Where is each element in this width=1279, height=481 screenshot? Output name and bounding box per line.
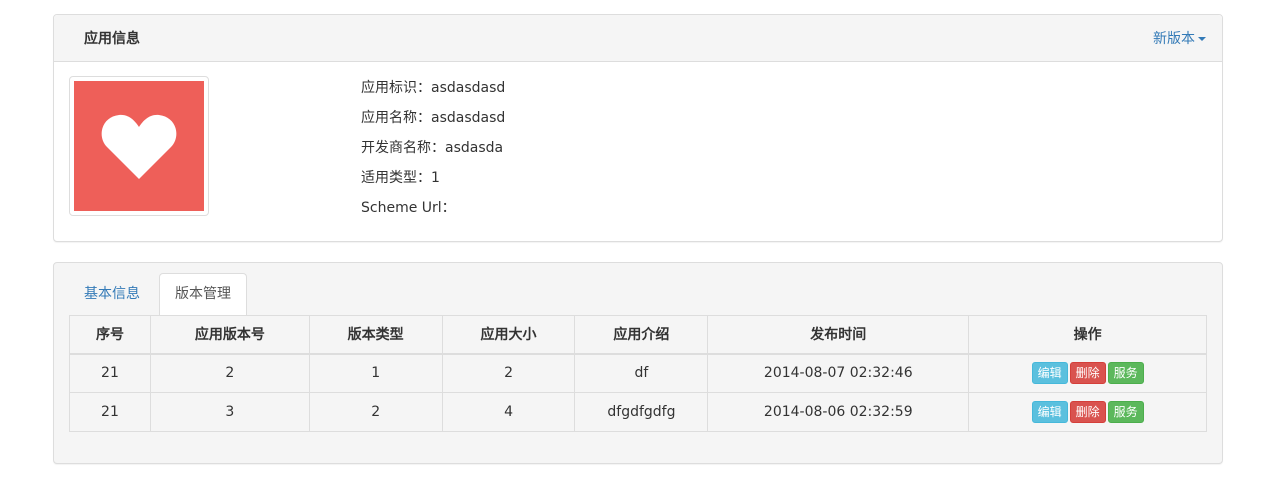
cell-release-time: 2014-08-07 02:32:46	[707, 353, 970, 393]
cell-actions: 编辑 删除 服务	[968, 353, 1207, 393]
field-label: 应用名称：	[361, 110, 431, 126]
field-label: 适用类型：	[361, 170, 431, 186]
column-header: 序号	[69, 315, 151, 355]
info-row-app-id: 应用标识：asdasdasd	[361, 78, 505, 108]
field-value: 1	[431, 170, 440, 186]
field-value: asdasdasd	[431, 80, 506, 96]
service-button[interactable]: 服务	[1107, 362, 1144, 385]
field-value: asdasda	[445, 140, 504, 156]
app-icon	[74, 81, 204, 211]
cell-release-time: 2014-08-06 02:32:59	[707, 392, 970, 432]
new-version-label: 新版本	[1153, 31, 1195, 47]
column-header: 应用大小	[441, 315, 576, 355]
cell-version: 3	[149, 392, 310, 432]
tab-basic-info[interactable]: 基本信息	[69, 273, 155, 315]
edit-button[interactable]: 编辑	[1031, 401, 1068, 423]
cell-intro: df	[574, 353, 709, 393]
column-header: 版本类型	[308, 315, 443, 355]
field-value: asdasdasd	[431, 110, 506, 126]
panel-title: 应用信息	[84, 31, 140, 47]
info-row-app-name: 应用名称：asdasdasd	[361, 108, 505, 138]
app-info-panel-header: 应用信息 新版本	[54, 15, 1222, 62]
edit-button[interactable]: 编辑	[1031, 362, 1068, 385]
delete-button[interactable]: 删除	[1069, 401, 1106, 423]
info-row-type: 适用类型：1	[361, 168, 505, 198]
version-table: 序号 应用版本号 版本类型 应用大小 应用介绍 发布时间 操作 21 2 1 2…	[69, 315, 1207, 432]
column-header: 应用版本号	[149, 315, 310, 355]
heart-icon	[101, 114, 177, 179]
app-info-fields: 应用标识：asdasdasd 应用名称：asdasdasd 开发商名称：asda…	[361, 78, 505, 228]
cell-type: 1	[308, 353, 443, 393]
tab-version-management[interactable]: 版本管理	[159, 273, 247, 316]
info-row-scheme-url: Scheme Url：	[361, 198, 505, 228]
app-icon-thumbnail	[69, 76, 209, 216]
app-info-panel: 应用信息 新版本 应用标识：asdasdasd 应用名称：asdasdasd 开…	[53, 14, 1223, 242]
column-header: 操作	[968, 315, 1207, 355]
cell-size: 2	[441, 353, 576, 393]
field-label: 开发商名称：	[361, 140, 445, 156]
service-button[interactable]: 服务	[1107, 401, 1144, 423]
new-version-dropdown[interactable]: 新版本	[1153, 28, 1206, 48]
table-row: 21 2 1 2 df 2014-08-07 02:32:46 编辑 删除 服务	[69, 353, 1207, 393]
table-header-row: 序号 应用版本号 版本类型 应用大小 应用介绍 发布时间 操作	[69, 315, 1207, 355]
table-row: 21 3 2 4 dfgdfgdfg 2014-08-06 02:32:59 编…	[69, 392, 1207, 432]
caret-down-icon	[1198, 37, 1206, 41]
column-header: 发布时间	[707, 315, 970, 355]
field-label: 应用标识：	[361, 80, 431, 96]
cell-id: 21	[69, 353, 151, 393]
version-panel: 基本信息 版本管理 序号 应用版本号 版本类型 应用大小 应用介绍 发布时间 操…	[53, 262, 1223, 464]
cell-id: 21	[69, 392, 151, 432]
cell-version: 2	[149, 353, 310, 393]
column-header: 应用介绍	[574, 315, 709, 355]
field-label: Scheme Url：	[361, 200, 456, 216]
cell-size: 4	[441, 392, 576, 432]
cell-actions: 编辑 删除 服务	[968, 392, 1207, 432]
delete-button[interactable]: 删除	[1069, 362, 1106, 385]
cell-intro: dfgdfgdfg	[574, 392, 709, 432]
info-row-developer: 开发商名称：asdasda	[361, 138, 505, 168]
cell-type: 2	[308, 392, 443, 432]
